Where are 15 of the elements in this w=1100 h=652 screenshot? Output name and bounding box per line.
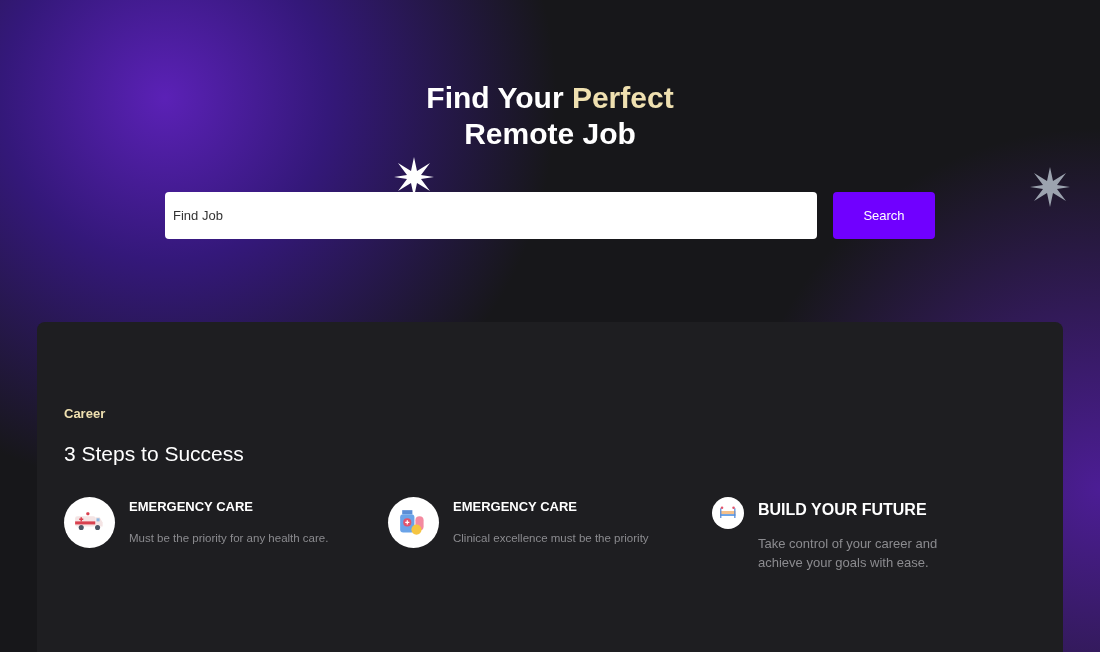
step-description: Take control of your career and achieve your goals with ease. (758, 535, 939, 572)
step-description: Must be the priority for any health care. (129, 530, 329, 546)
step-description: Clinical excellence must be the priority (453, 530, 649, 546)
hero-heading: Find Your Perfect Remote Job (426, 80, 674, 152)
step-title: EMERGENCY CARE (129, 498, 254, 516)
step-title: BUILD YOUR FUTURE (758, 500, 928, 520)
sparkle-icon (1030, 167, 1070, 207)
step-title: EMERGENCY CARE (453, 498, 578, 516)
search-field[interactable]: Find Job (165, 192, 817, 239)
section-heading: 3 Steps to Success (64, 440, 245, 467)
step-icon (388, 497, 439, 548)
step-icon (64, 497, 115, 548)
section-eyebrow: Career (64, 405, 107, 423)
search-button[interactable]: Search (833, 192, 935, 239)
step-icon (712, 497, 744, 529)
